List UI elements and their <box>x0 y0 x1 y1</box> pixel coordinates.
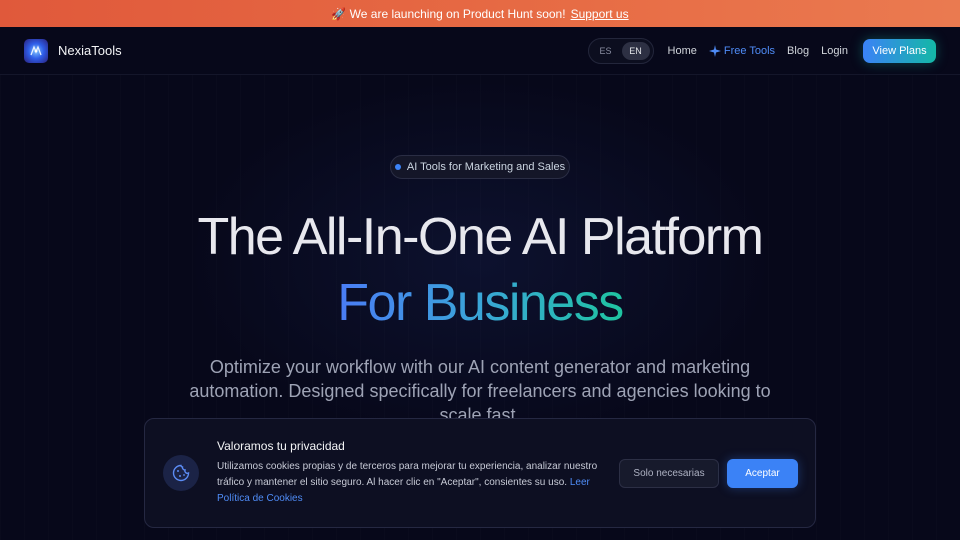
hero-subtitle: Optimize your workflow with our AI conte… <box>189 357 771 425</box>
support-us-link[interactable]: Support us <box>571 7 629 21</box>
hero-title-gradient-text: For Business <box>337 274 624 332</box>
hero-badge-label: AI Tools for Marketing and Sales <box>406 161 566 173</box>
cookie-description: Utilizamos cookies propias y de terceros… <box>217 459 607 507</box>
nav-right-group: ES EN Home Free Tools Blog Login View Pl… <box>587 37 936 64</box>
nav-link-login[interactable]: Login <box>821 45 848 57</box>
top-navbar: NexiaTools ES EN Home Free Tools Blog Lo… <box>0 27 960 75</box>
announcement-bar: 🚀 We are launching on Product Hunt soon!… <box>0 0 960 27</box>
language-switcher: ES EN <box>587 37 654 64</box>
cookie-icon <box>163 455 199 491</box>
accept-cookies-button[interactable]: Aceptar <box>727 459 798 488</box>
badge-dot-icon <box>394 164 401 170</box>
sparkle-icon <box>708 44 721 57</box>
brand-name[interactable]: NexiaTools <box>58 43 122 58</box>
view-plans-button[interactable]: View Plans <box>863 38 936 63</box>
lang-en-button[interactable]: EN <box>621 41 650 60</box>
hero-title-line2: For Business <box>0 272 960 334</box>
cookie-consent-banner: Valoramos tu privacidad Utilizamos cooki… <box>144 418 816 528</box>
necessary-only-button[interactable]: Solo necesarias <box>619 459 719 488</box>
hero-title-line1: The All-In-One AI Platform <box>197 208 764 266</box>
cookie-text: Utilizamos cookies propias y de terceros… <box>217 461 598 488</box>
nav-link-home[interactable]: Home <box>668 45 697 57</box>
logo-icon[interactable] <box>24 38 48 63</box>
announcement-text: 🚀 We are launching on Product Hunt soon! <box>331 6 566 21</box>
hero-badge: AI Tools for Marketing and Sales <box>390 155 570 179</box>
free-tools-label: Free Tools <box>723 44 776 57</box>
nav-link-free-tools[interactable]: Free Tools <box>708 44 776 57</box>
lang-es-button[interactable]: ES <box>592 42 620 60</box>
cookie-title: Valoramos tu privacidad <box>217 439 345 453</box>
nav-link-blog[interactable]: Blog <box>787 45 809 57</box>
